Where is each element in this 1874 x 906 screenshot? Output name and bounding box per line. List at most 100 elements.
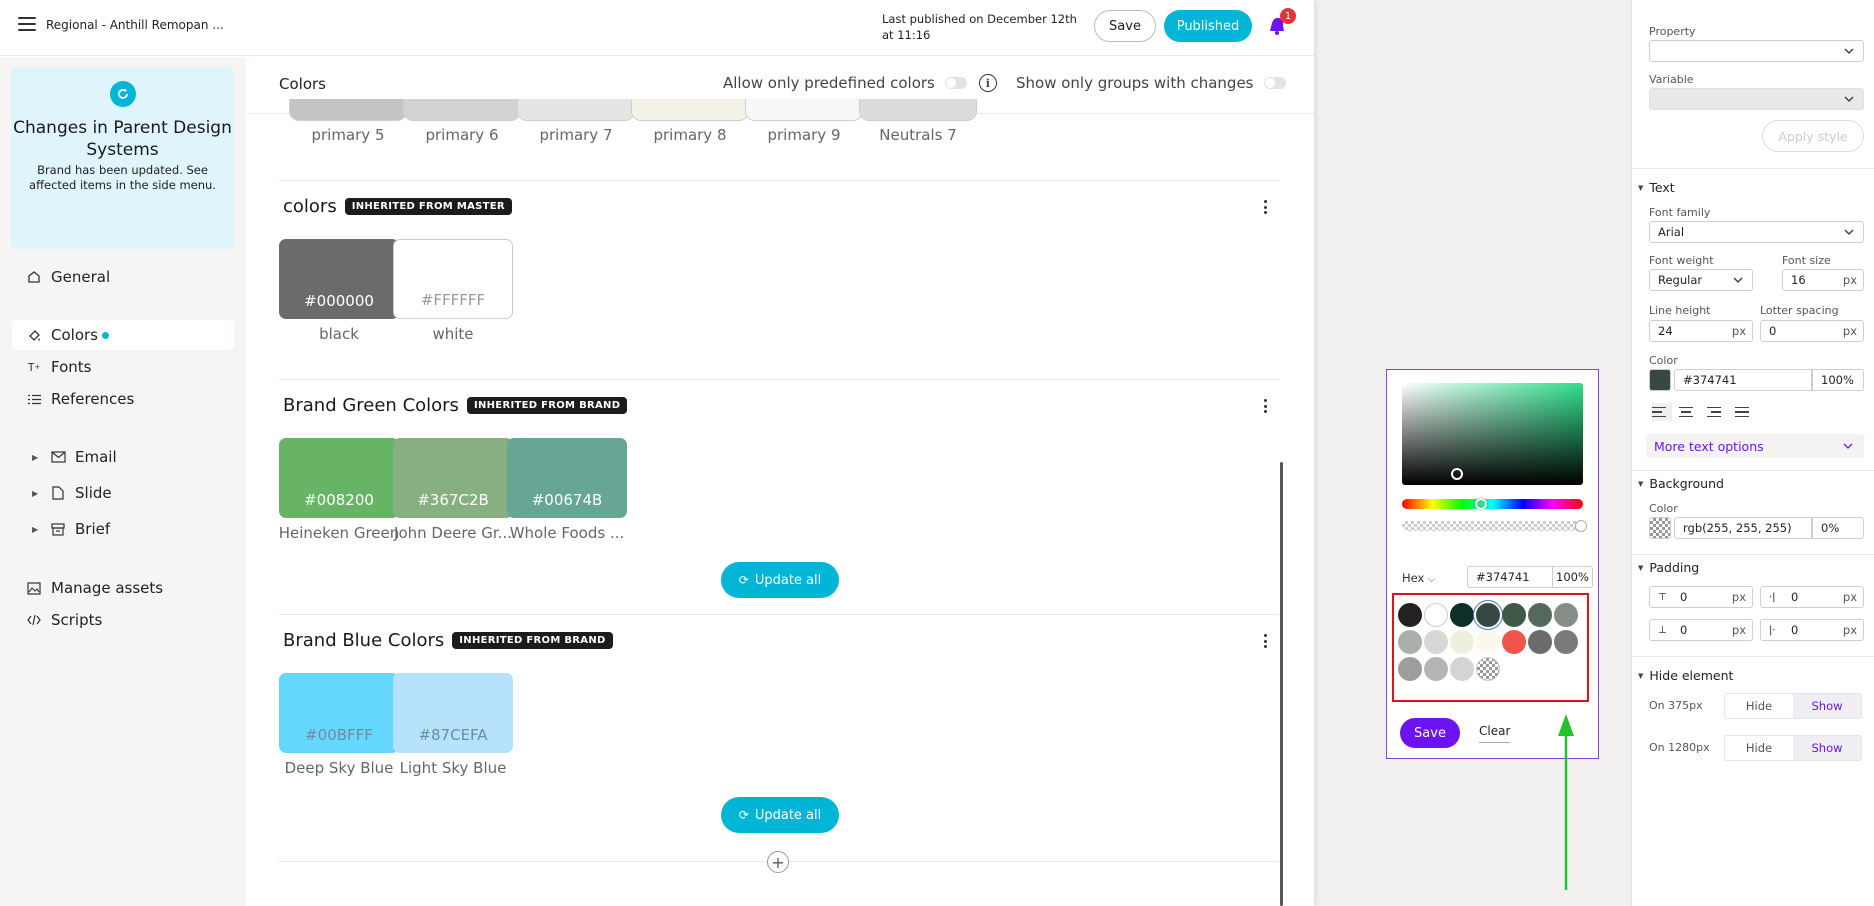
preset-swatch[interactable]	[1502, 630, 1526, 654]
scrollbar[interactable]	[1280, 462, 1283, 906]
update-all-button[interactable]: ⟳ Update all	[721, 797, 839, 833]
menu-icon[interactable]	[18, 17, 36, 31]
alpha-input[interactable]: 100%	[1553, 566, 1593, 588]
variable-select[interactable]	[1649, 88, 1864, 110]
apply-style-button[interactable]: Apply style	[1762, 120, 1864, 152]
sidebar-item-general[interactable]: General	[12, 262, 234, 292]
saturation-handle[interactable]	[1451, 468, 1463, 480]
preset-swatch[interactable]	[1450, 603, 1474, 627]
preset-swatch[interactable]	[1476, 657, 1500, 681]
color-swatch[interactable]	[859, 99, 977, 121]
hex-input[interactable]: #374741	[1467, 566, 1553, 588]
align-right-icon[interactable]	[1707, 403, 1727, 421]
preset-swatch[interactable]	[1398, 603, 1422, 627]
sidebar-item-scripts[interactable]: Scripts	[12, 605, 234, 635]
saturation-area[interactable]	[1402, 383, 1583, 485]
hue-slider[interactable]	[1402, 499, 1583, 509]
hue-handle[interactable]	[1475, 498, 1487, 510]
picker-clear-button[interactable]: Clear	[1479, 724, 1511, 743]
sidebar-item-email[interactable]: ▶ Email	[12, 442, 234, 472]
sidebar-item-slide[interactable]: ▶ Slide	[12, 478, 234, 508]
color-swatch[interactable]: #00674B	[507, 438, 627, 518]
save-button[interactable]: Save	[1094, 10, 1156, 42]
color-swatch[interactable]: #00BFFF	[279, 673, 399, 753]
preset-swatch[interactable]	[1424, 657, 1448, 681]
preset-swatch[interactable]	[1502, 603, 1526, 627]
align-left-icon[interactable]	[1652, 403, 1672, 421]
color-mode-select[interactable]: Hex ⌵	[1402, 571, 1435, 585]
preset-swatch[interactable]	[1476, 603, 1500, 627]
line-height-input[interactable]: 24 px	[1649, 320, 1753, 342]
hide-option[interactable]: Hide	[1725, 694, 1793, 718]
preset-swatch[interactable]	[1554, 630, 1578, 654]
more-options-icon[interactable]	[1262, 634, 1268, 648]
expand-caret-icon[interactable]: ▶	[32, 453, 42, 462]
color-swatch[interactable]	[517, 99, 635, 121]
sidebar-item-fonts[interactable]: T + Fonts	[12, 352, 234, 382]
font-weight-select[interactable]: Regular	[1649, 269, 1753, 291]
sidebar-item-manage-assets[interactable]: Manage assets	[12, 573, 234, 603]
color-swatch[interactable]: #FFFFFF	[393, 239, 513, 319]
property-select[interactable]	[1649, 40, 1864, 62]
preset-swatch[interactable]	[1424, 603, 1448, 627]
padding-bottom-input[interactable]: ⊥ 0 px	[1649, 619, 1753, 641]
padding-left-input[interactable]: |⋅ 0 px	[1760, 619, 1864, 641]
more-options-icon[interactable]	[1262, 200, 1268, 214]
groups-changes-toggle[interactable]	[1263, 77, 1286, 89]
bg-color-input[interactable]: rgb(255, 255, 255)	[1674, 517, 1812, 539]
predefined-colors-toggle[interactable]	[944, 77, 967, 89]
sidebar-item-brief[interactable]: ▶ Brief	[12, 514, 234, 544]
published-button[interactable]: Published	[1164, 10, 1252, 42]
color-swatch[interactable]	[745, 99, 863, 121]
preset-swatch[interactable]	[1476, 630, 1500, 654]
text-section-header[interactable]: ▼ Text	[1638, 180, 1675, 195]
hide-element-section-header[interactable]: ▼ Hide element	[1638, 668, 1733, 683]
font-size-input[interactable]: 16 px	[1782, 269, 1864, 291]
padding-section-header[interactable]: ▼ Padding	[1638, 560, 1699, 575]
background-section-header[interactable]: ▼ Background	[1638, 476, 1724, 491]
alpha-slider[interactable]	[1402, 521, 1583, 531]
text-color-hex-input[interactable]: #374741	[1674, 369, 1812, 391]
color-swatch[interactable]	[403, 99, 521, 121]
alpha-handle[interactable]	[1575, 520, 1587, 532]
align-center-icon[interactable]	[1679, 403, 1699, 421]
update-all-button[interactable]: ⟳ Update all	[721, 562, 839, 598]
align-justify-icon[interactable]	[1735, 403, 1755, 421]
show-option[interactable]: Show	[1793, 694, 1861, 718]
more-text-options-button[interactable]: More text options	[1646, 434, 1864, 458]
bg-opacity-input[interactable]: 0%	[1812, 517, 1864, 539]
color-swatch[interactable]	[631, 99, 749, 121]
color-swatch[interactable]: #000000	[279, 239, 399, 319]
expand-caret-icon[interactable]: ▶	[32, 489, 42, 498]
preset-swatch[interactable]	[1424, 630, 1448, 654]
bg-color-swatch[interactable]	[1649, 517, 1671, 539]
unit-label: px	[1731, 324, 1746, 338]
expand-caret-icon[interactable]: ▶	[32, 525, 42, 534]
preset-swatch[interactable]	[1528, 630, 1552, 654]
preset-swatch[interactable]	[1528, 603, 1552, 627]
font-family-select[interactable]: Arial	[1649, 221, 1864, 243]
preset-swatch[interactable]	[1450, 657, 1474, 681]
font-size-label: Font size	[1782, 254, 1831, 267]
picker-save-button[interactable]: Save	[1400, 718, 1460, 748]
sidebar-item-colors[interactable]: Colors	[12, 320, 234, 350]
color-swatch[interactable]: #008200	[279, 438, 399, 518]
preset-swatch[interactable]	[1398, 630, 1422, 654]
more-options-icon[interactable]	[1262, 399, 1268, 413]
padding-top-input[interactable]: ⊤ 0 px	[1649, 586, 1753, 608]
show-option[interactable]: Show	[1793, 736, 1861, 760]
color-swatch[interactable]: #87CEFA	[393, 673, 513, 753]
letter-spacing-input[interactable]: 0 px	[1760, 320, 1864, 342]
preset-swatch[interactable]	[1554, 603, 1578, 627]
color-swatch[interactable]	[289, 99, 407, 121]
hide-option[interactable]: Hide	[1725, 736, 1793, 760]
padding-right-input[interactable]: ⋅| 0 px	[1760, 586, 1864, 608]
sidebar-item-references[interactable]: References	[12, 384, 234, 414]
info-icon[interactable]: i	[978, 74, 997, 92]
color-swatch[interactable]: #367C2B	[393, 438, 513, 518]
text-color-opacity-input[interactable]: 100%	[1812, 369, 1864, 391]
preset-swatch[interactable]	[1450, 630, 1474, 654]
text-color-swatch[interactable]	[1649, 369, 1671, 391]
add-group-button[interactable]: +	[767, 851, 789, 873]
preset-swatch[interactable]	[1398, 657, 1422, 681]
